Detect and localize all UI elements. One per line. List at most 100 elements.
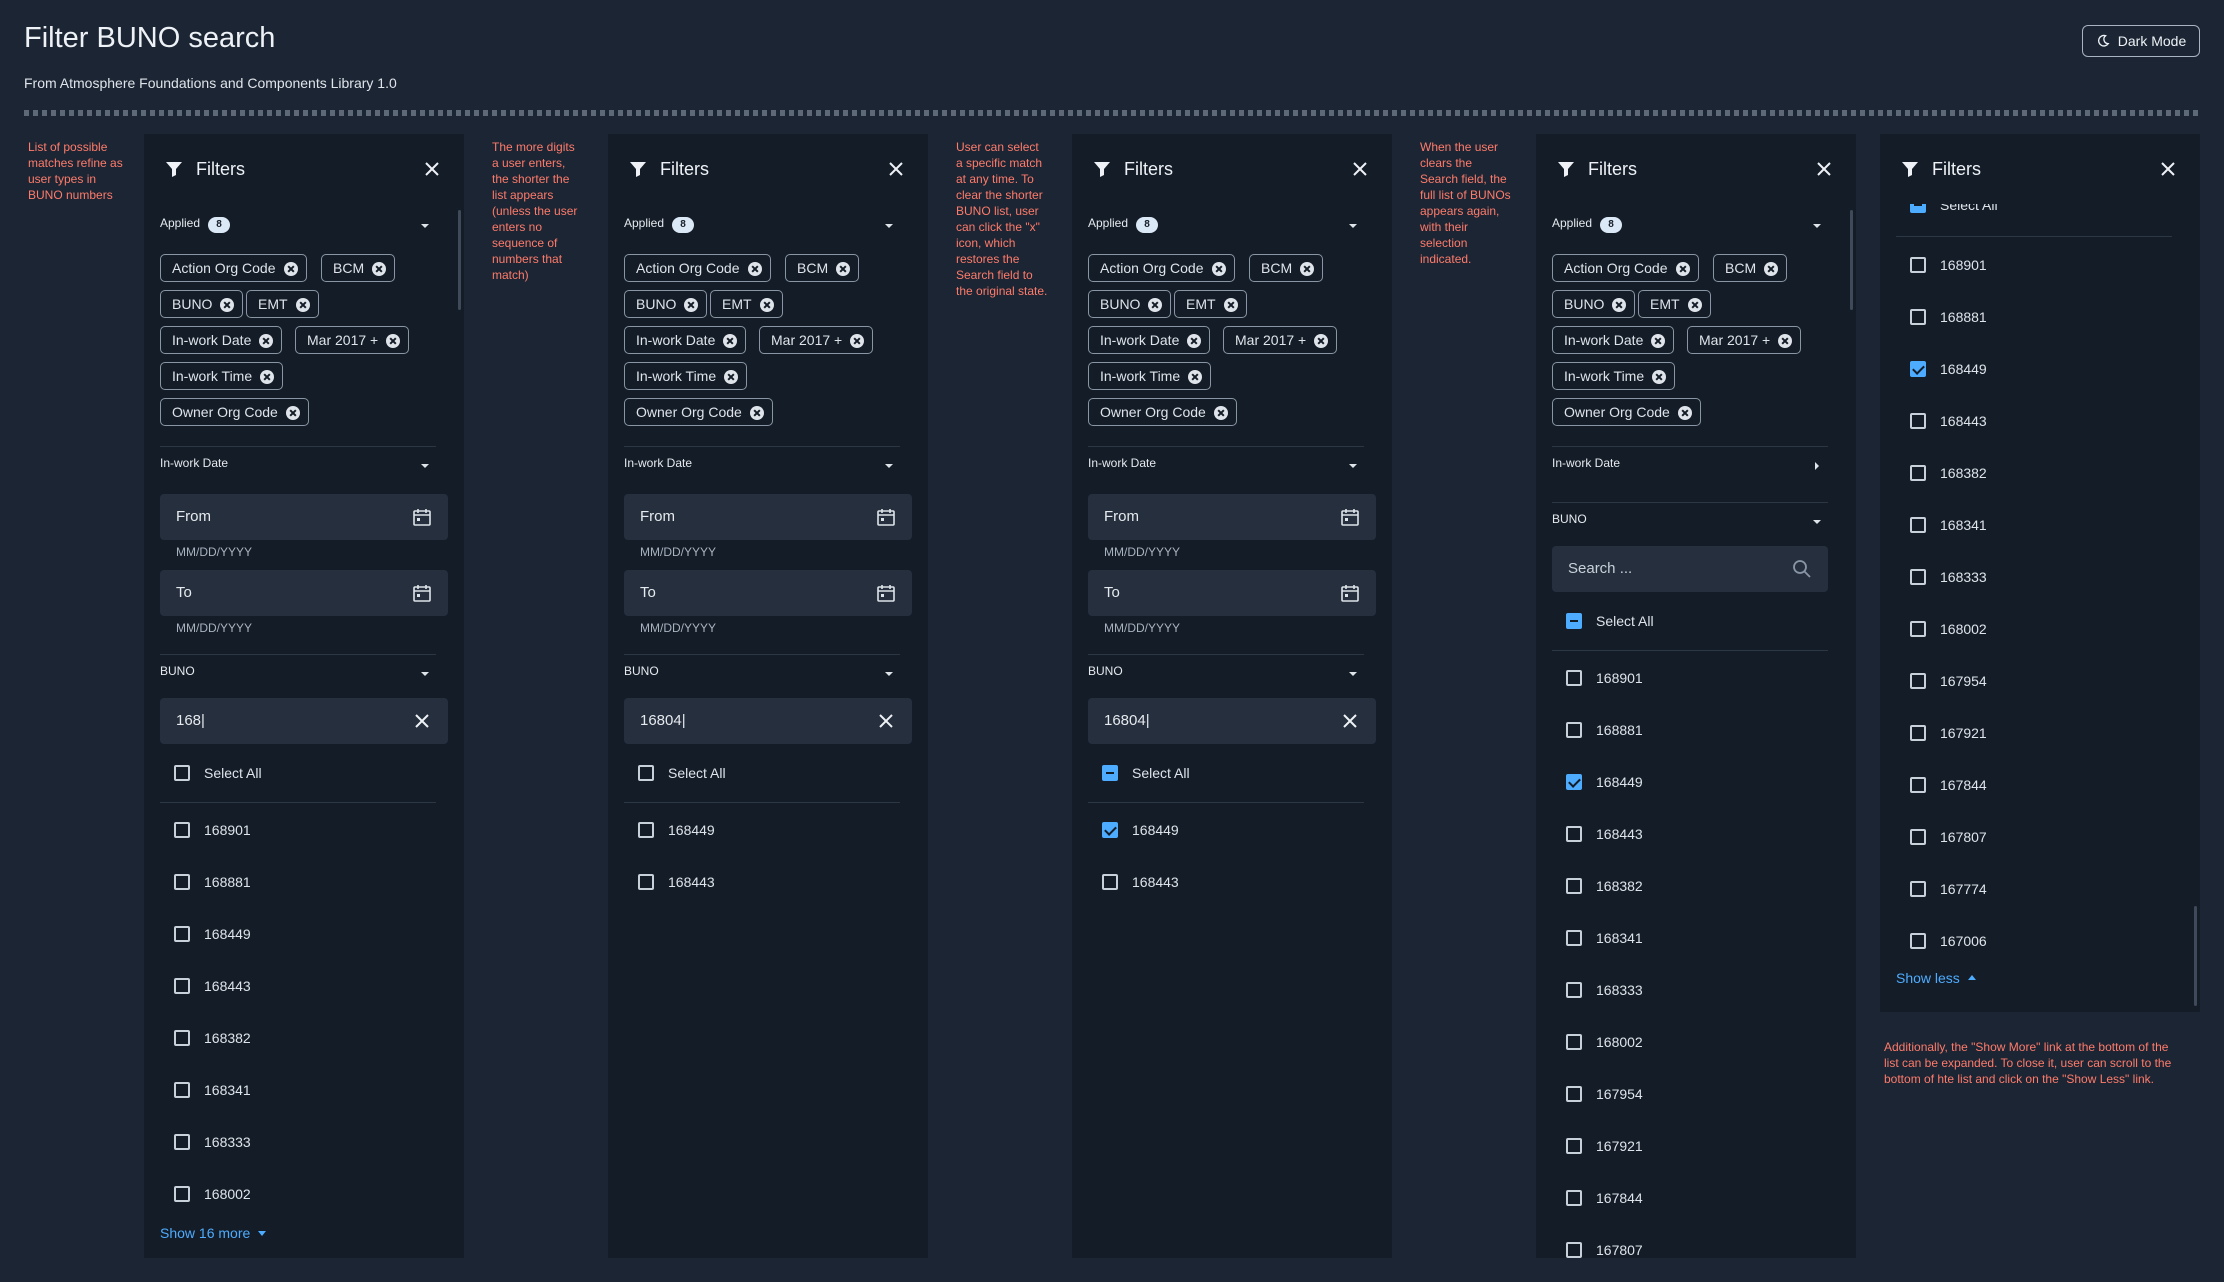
applied-chip[interactable]: BCM — [785, 254, 860, 282]
checkbox[interactable] — [1910, 829, 1926, 845]
scrollbar[interactable] — [1850, 210, 1853, 310]
buno-list-item[interactable]: 168341 — [1566, 927, 1816, 949]
close-icon[interactable] — [424, 161, 440, 177]
buno-list-item[interactable]: 167954 — [1910, 670, 2160, 692]
applied-chip[interactable]: In-work Time — [624, 362, 748, 390]
calendar-icon[interactable] — [412, 507, 432, 527]
checkbox[interactable] — [1566, 1190, 1582, 1206]
checkbox[interactable] — [1102, 822, 1118, 838]
chip-remove-icon[interactable] — [1213, 406, 1228, 420]
applied-chip[interactable]: EMT — [1174, 290, 1247, 318]
chip-remove-icon[interactable] — [724, 370, 739, 384]
checkbox[interactable] — [1910, 465, 1926, 481]
buno-list-item[interactable]: 168443 — [1910, 410, 2160, 432]
chip-remove-icon[interactable] — [1778, 334, 1793, 348]
chip-remove-icon[interactable] — [1148, 298, 1163, 312]
dark-mode-button[interactable]: Dark Mode — [2082, 25, 2200, 57]
checkbox[interactable] — [174, 765, 190, 781]
applied-chip[interactable]: BUNO — [160, 290, 244, 318]
checkbox[interactable] — [1910, 933, 1926, 949]
buno-list-item[interactable]: 168382 — [174, 1027, 424, 1049]
applied-chip[interactable]: In-work Time — [1088, 362, 1212, 390]
inwork-date-section-header[interactable]: In-work Date — [624, 456, 900, 478]
checkbox[interactable] — [1910, 569, 1926, 585]
close-icon[interactable] — [888, 161, 904, 177]
applied-chip[interactable]: Mar 2017 + — [759, 326, 874, 354]
buno-list-item[interactable]: 168341 — [1910, 514, 2160, 536]
inwork-date-section-header[interactable]: In-work Date — [1552, 456, 1828, 478]
calendar-icon[interactable] — [876, 507, 896, 527]
applied-chip[interactable]: Action Org Code — [624, 254, 771, 282]
buno-list-item[interactable]: 168443 — [1566, 823, 1816, 845]
chip-remove-icon[interactable] — [684, 298, 699, 312]
chip-remove-icon[interactable] — [1612, 298, 1627, 312]
buno-section-header[interactable]: BUNO — [624, 664, 900, 686]
buno-list-item[interactable]: 168881 — [1566, 719, 1816, 741]
checkbox[interactable] — [174, 1082, 190, 1098]
checkbox[interactable] — [1566, 1242, 1582, 1258]
buno-list-item[interactable]: 168901 — [1910, 254, 2160, 276]
chip-remove-icon[interactable] — [220, 298, 235, 312]
buno-list-item[interactable]: 168443 — [638, 871, 888, 893]
checkbox[interactable] — [638, 765, 654, 781]
checkbox[interactable] — [1910, 309, 1926, 325]
applied-chip[interactable]: In-work Date — [1088, 326, 1211, 354]
buno-list-item[interactable]: 167921 — [1566, 1135, 1816, 1157]
checkbox[interactable] — [1566, 826, 1582, 842]
applied-chip[interactable]: BCM — [321, 254, 396, 282]
applied-chip[interactable]: Owner Org Code — [160, 398, 309, 426]
checkbox[interactable] — [1910, 621, 1926, 637]
buno-list-item[interactable]: 168449 — [1910, 358, 2160, 380]
applied-chip[interactable]: In-work Date — [624, 326, 747, 354]
checkbox[interactable] — [1910, 257, 1926, 273]
applied-chip[interactable]: In-work Date — [160, 326, 283, 354]
applied-section-header[interactable]: Applied 8 — [160, 216, 436, 238]
checkbox[interactable] — [1566, 1034, 1582, 1050]
calendar-icon[interactable] — [412, 583, 432, 603]
applied-chip[interactable]: Mar 2017 + — [1687, 326, 1802, 354]
calendar-icon[interactable] — [1340, 507, 1360, 527]
checkbox[interactable] — [1910, 517, 1926, 533]
checkbox[interactable] — [1566, 613, 1582, 629]
chip-remove-icon[interactable] — [1652, 370, 1667, 384]
checkbox[interactable] — [1566, 722, 1582, 738]
chip-remove-icon[interactable] — [1764, 262, 1779, 276]
chip-remove-icon[interactable] — [295, 298, 310, 312]
buno-list-item[interactable]: 167807 — [1566, 1239, 1816, 1258]
checkbox[interactable] — [1566, 930, 1582, 946]
applied-chip[interactable]: Action Org Code — [1088, 254, 1235, 282]
close-icon[interactable] — [2160, 161, 2176, 177]
select-all-checkbox[interactable]: Select All — [1910, 204, 2160, 216]
select-all-checkbox[interactable]: Select All — [638, 762, 888, 784]
buno-search-input[interactable]: Search ... — [1552, 546, 1828, 592]
buno-list-item[interactable]: 168002 — [174, 1183, 424, 1205]
buno-list-item[interactable]: 168002 — [1566, 1031, 1816, 1053]
show-more-link[interactable]: Show 16 more — [160, 1225, 267, 1241]
applied-chip[interactable]: Mar 2017 + — [1223, 326, 1338, 354]
buno-list-item[interactable]: 168449 — [1102, 819, 1352, 841]
buno-list-item[interactable]: 168443 — [174, 975, 424, 997]
from-date-field[interactable]: From — [160, 494, 448, 540]
buno-list-item[interactable]: 167844 — [1566, 1187, 1816, 1209]
checkbox[interactable] — [174, 822, 190, 838]
buno-list-item[interactable]: 167774 — [1910, 878, 2160, 900]
checkbox[interactable] — [1910, 881, 1926, 897]
buno-list-item[interactable]: 168443 — [1102, 871, 1352, 893]
checkbox[interactable] — [174, 978, 190, 994]
checkbox[interactable] — [638, 874, 654, 890]
applied-chip[interactable]: Owner Org Code — [1088, 398, 1237, 426]
to-date-field[interactable]: To — [1088, 570, 1376, 616]
buno-list-item[interactable]: 167006 — [1910, 930, 2160, 952]
buno-list-item[interactable]: 167844 — [1910, 774, 2160, 796]
clear-icon[interactable] — [876, 711, 896, 731]
applied-chip[interactable]: In-work Time — [160, 362, 284, 390]
chip-remove-icon[interactable] — [1687, 298, 1702, 312]
to-date-field[interactable]: To — [160, 570, 448, 616]
checkbox[interactable] — [1566, 774, 1582, 790]
chip-remove-icon[interactable] — [1300, 262, 1315, 276]
applied-section-header[interactable]: Applied 8 — [1088, 216, 1364, 238]
buno-list-item[interactable]: 168449 — [1566, 771, 1816, 793]
chip-remove-icon[interactable] — [836, 262, 851, 276]
checkbox[interactable] — [1910, 777, 1926, 793]
inwork-date-section-header[interactable]: In-work Date — [160, 456, 436, 478]
